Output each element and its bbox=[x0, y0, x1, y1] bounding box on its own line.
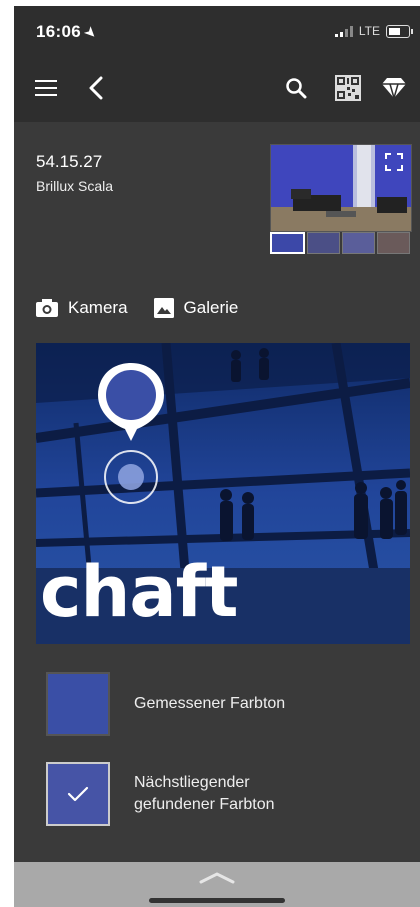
room-thumbnail[interactable] bbox=[307, 232, 340, 254]
status-indicators: LTE bbox=[334, 24, 413, 38]
room-thumbnail[interactable] bbox=[377, 232, 410, 254]
checkmark-icon bbox=[67, 786, 89, 802]
signal-icon bbox=[334, 25, 353, 37]
color-picker-pin[interactable] bbox=[96, 361, 166, 511]
image-source-actions: Kamera Galerie bbox=[36, 298, 264, 318]
main-content: 54.15.27 Brillux Scala Kamera Galerie ch… bbox=[14, 122, 420, 862]
search-button[interactable] bbox=[276, 68, 316, 108]
nearest-color-label-line2: gefundener Farbton bbox=[134, 796, 275, 813]
camera-icon bbox=[36, 299, 58, 317]
battery-icon bbox=[386, 24, 413, 38]
captured-photo[interactable]: chaft bbox=[36, 343, 410, 644]
nearest-color-label-line1: Nächstliegender bbox=[134, 774, 250, 791]
color-code: 54.15.27 bbox=[36, 152, 103, 171]
qr-scan-button[interactable] bbox=[328, 68, 368, 108]
menu-button[interactable] bbox=[26, 68, 66, 108]
color-brand: Brillux Scala bbox=[36, 178, 114, 194]
back-button[interactable] bbox=[76, 68, 116, 108]
status-time: 16:06➤ bbox=[36, 22, 100, 42]
chevron-left-icon bbox=[89, 76, 103, 100]
network-label: LTE bbox=[358, 24, 380, 38]
chevron-up-icon[interactable] bbox=[199, 870, 235, 884]
hamburger-icon bbox=[35, 80, 57, 96]
gallery-icon bbox=[153, 298, 174, 318]
camera-button[interactable]: Kamera bbox=[36, 298, 128, 318]
nearest-color-swatch[interactable] bbox=[46, 762, 110, 826]
room-thumbnail[interactable] bbox=[270, 232, 305, 254]
diamond-icon bbox=[382, 78, 406, 99]
search-icon bbox=[286, 78, 307, 99]
measured-color-swatch bbox=[46, 672, 110, 736]
gallery-label: Galerie bbox=[183, 298, 239, 317]
home-indicator bbox=[149, 898, 285, 903]
room-preview[interactable] bbox=[270, 144, 412, 232]
top-toolbar bbox=[14, 56, 420, 122]
premium-button[interactable] bbox=[374, 68, 414, 108]
photo-overlay-text: chaft bbox=[40, 551, 238, 633]
room-thumbnail[interactable] bbox=[342, 232, 375, 254]
nearest-color-label: Nächstliegender gefundener Farbton bbox=[134, 772, 275, 816]
fullscreen-icon[interactable] bbox=[385, 153, 403, 171]
location-arrow-icon: ➤ bbox=[81, 23, 101, 42]
measured-color-label: Gemessener Farbton bbox=[134, 695, 286, 712]
app-screen: 16:06➤ LTE 54.15.27 Brillux Scala Kamera… bbox=[14, 6, 420, 907]
qr-code-icon bbox=[335, 75, 361, 101]
status-bar: 16:06➤ LTE bbox=[14, 6, 420, 56]
time-text: 16:06 bbox=[36, 22, 81, 41]
measured-color-row: Gemessener Farbton bbox=[46, 672, 285, 736]
bottom-sheet-handle[interactable] bbox=[14, 862, 420, 907]
nearest-color-row[interactable]: Nächstliegender gefundener Farbton bbox=[46, 762, 275, 826]
room-thumbnail-strip bbox=[270, 232, 410, 254]
camera-label: Kamera bbox=[68, 298, 128, 317]
gallery-button[interactable]: Galerie bbox=[153, 298, 239, 318]
